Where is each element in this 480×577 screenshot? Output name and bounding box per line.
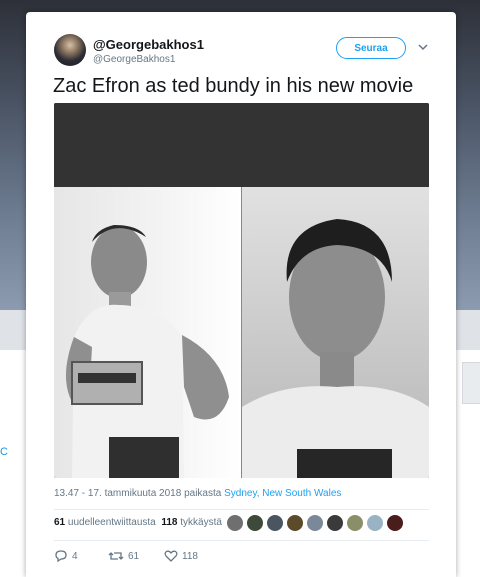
media-dark-band (54, 103, 429, 187)
reply-button[interactable]: 4 (54, 549, 78, 565)
chevron-down-icon[interactable] (417, 40, 429, 52)
likes-label[interactable]: tykkäystä (180, 517, 222, 528)
like-count: 118 (182, 550, 198, 562)
media-left-photo (54, 187, 241, 478)
retweet-icon (108, 552, 124, 560)
like-icon (164, 550, 178, 562)
retweet-button[interactable]: 61 (108, 549, 139, 565)
reply-icon (55, 550, 67, 563)
display-name[interactable]: @Georgebakhos1 (93, 37, 204, 52)
reply-count: 4 (72, 550, 78, 562)
location-link[interactable]: Sydney, New South Wales (224, 488, 341, 499)
follow-button[interactable]: Seuraa (336, 37, 406, 59)
divider (54, 540, 429, 541)
liker-avatar[interactable] (227, 515, 243, 531)
divider (54, 509, 429, 510)
liker-avatar[interactable] (267, 515, 283, 531)
background-link-fragment[interactable]: C (0, 446, 8, 458)
media-right-photo (242, 187, 429, 478)
retweets-label[interactable]: uudelleentwiittausta (68, 517, 156, 528)
engagement-stats: 61 uudelleentwiittausta 118 tykkäystä (54, 517, 222, 528)
tweet-text: Zac Efron as ted bundy in his new movie (53, 75, 414, 97)
liker-avatar[interactable] (327, 515, 343, 531)
liker-avatar[interactable] (347, 515, 363, 531)
likes-count[interactable]: 118 (161, 517, 177, 528)
liker-avatar[interactable] (387, 515, 403, 531)
liker-avatar[interactable] (367, 515, 383, 531)
user-handle[interactable]: @GeorgeBakhos1 (93, 54, 175, 65)
like-button[interactable]: 118 (164, 549, 198, 565)
liker-avatar[interactable] (307, 515, 323, 531)
tweet-card: @Georgebakhos1 @GeorgeBakhos1 Seuraa Zac… (26, 12, 456, 577)
timestamp-text: 13.47 - 17. tammikuuta 2018 paikasta (54, 488, 225, 499)
tweet-media[interactable] (54, 103, 429, 478)
tweet-timestamp: 13.47 - 17. tammikuuta 2018 paikasta Syd… (54, 488, 341, 499)
retweet-count: 61 (128, 550, 140, 562)
liker-avatar[interactable] (287, 515, 303, 531)
background-right-widget (462, 362, 480, 404)
liker-avatar[interactable] (247, 515, 263, 531)
background-left-column (0, 350, 26, 577)
retweets-count[interactable]: 61 (54, 517, 65, 528)
avatar[interactable] (54, 34, 86, 66)
